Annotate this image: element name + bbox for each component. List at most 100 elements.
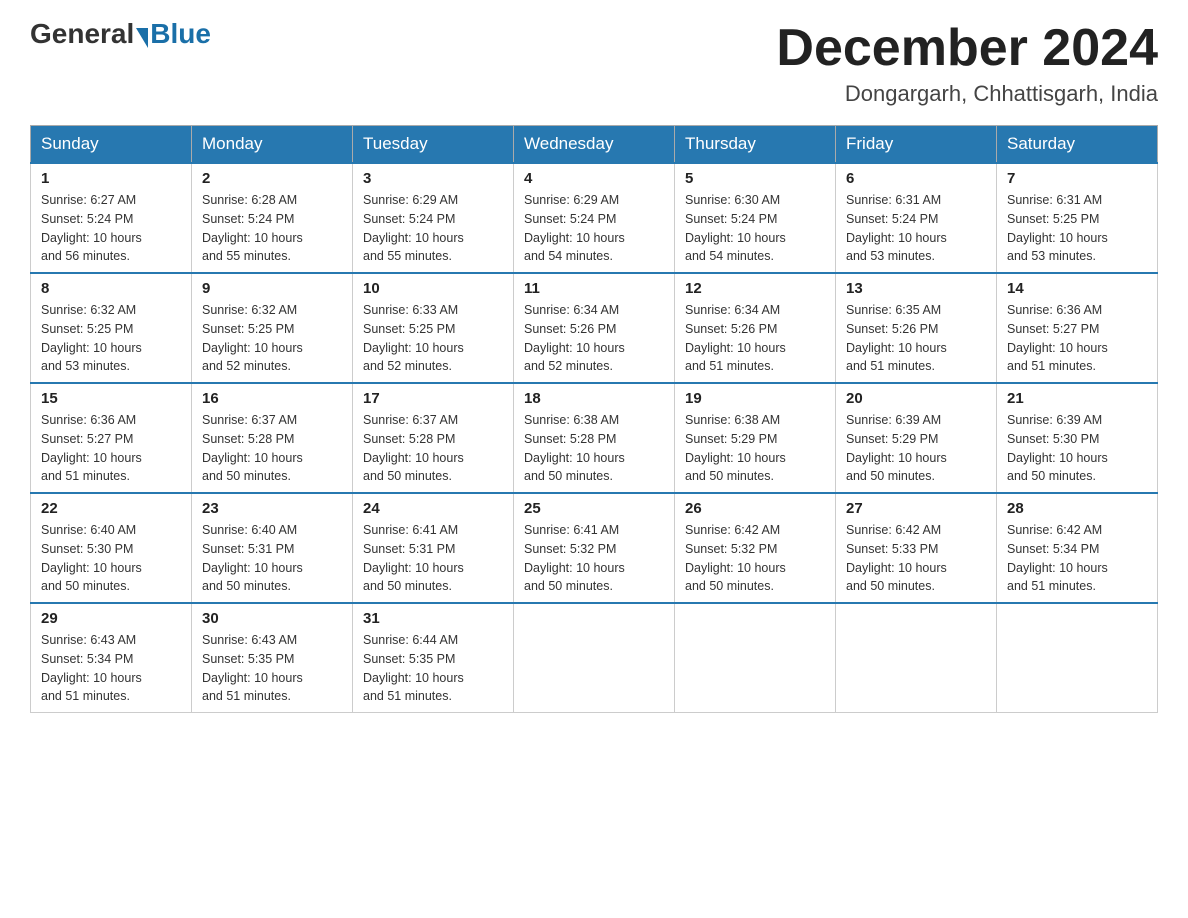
calendar-title: December 2024	[776, 20, 1158, 77]
day-number: 18	[524, 390, 664, 407]
calendar-cell: 23Sunrise: 6:40 AMSunset: 5:31 PMDayligh…	[192, 493, 353, 603]
calendar-cell: 4 Sunrise: 6:29 AMSunset: 5:24 PMDaylight…	[514, 163, 675, 273]
day-info: Sunrise: 6:44 AMSunset: 5:35 PMDaylight:…	[363, 631, 503, 706]
week-row-1: 1 Sunrise: 6:27 AMSunset: 5:24 PMDaylight…	[31, 163, 1158, 273]
logo-general-text: General	[30, 20, 134, 48]
calendar-cell: 30 Sunrise: 6:43 AMSunset: 5:35 PMDayligh…	[192, 603, 353, 713]
calendar-cell: 10Sunrise: 6:33 AMSunset: 5:25 PMDayligh…	[353, 273, 514, 383]
calendar-cell: 22 Sunrise: 6:40 AMSunset: 5:30 PMDayligh…	[31, 493, 192, 603]
day-number: 24	[363, 500, 503, 517]
logo-blue-text: Blue	[150, 20, 211, 48]
day-info: Sunrise: 6:40 AMSunset: 5:31 PMDaylight:…	[202, 521, 342, 596]
day-info: Sunrise: 6:39 AMSunset: 5:30 PMDaylight:…	[1007, 411, 1147, 486]
day-info: Sunrise: 6:35 AMSunset: 5:26 PMDaylight:…	[846, 301, 986, 376]
calendar-table: SundayMondayTuesdayWednesdayThursdayFrid…	[30, 125, 1158, 713]
calendar-cell: 14 Sunrise: 6:36 AMSunset: 5:27 PMDayligh…	[997, 273, 1158, 383]
day-number: 27	[846, 500, 986, 517]
day-number: 19	[685, 390, 825, 407]
week-row-4: 22 Sunrise: 6:40 AMSunset: 5:30 PMDayligh…	[31, 493, 1158, 603]
day-number: 9	[202, 280, 342, 297]
day-info: Sunrise: 6:34 AMSunset: 5:26 PMDaylight:…	[685, 301, 825, 376]
day-info: Sunrise: 6:31 AMSunset: 5:24 PMDaylight:…	[846, 191, 986, 266]
day-info: Sunrise: 6:32 AMSunset: 5:25 PMDaylight:…	[41, 301, 181, 376]
calendar-cell	[836, 603, 997, 713]
day-info: Sunrise: 6:36 AMSunset: 5:27 PMDaylight:…	[1007, 301, 1147, 376]
day-info: Sunrise: 6:42 AMSunset: 5:32 PMDaylight:…	[685, 521, 825, 596]
day-number: 14	[1007, 280, 1147, 297]
col-header-sunday: Sunday	[31, 126, 192, 164]
calendar-cell: 8 Sunrise: 6:32 AMSunset: 5:25 PMDaylight…	[31, 273, 192, 383]
day-number: 7	[1007, 170, 1147, 187]
day-info: Sunrise: 6:40 AMSunset: 5:30 PMDaylight:…	[41, 521, 181, 596]
day-info: Sunrise: 6:34 AMSunset: 5:26 PMDaylight:…	[524, 301, 664, 376]
day-info: Sunrise: 6:37 AMSunset: 5:28 PMDaylight:…	[202, 411, 342, 486]
calendar-cell: 16Sunrise: 6:37 AMSunset: 5:28 PMDayligh…	[192, 383, 353, 493]
calendar-cell: 6Sunrise: 6:31 AMSunset: 5:24 PMDaylight…	[836, 163, 997, 273]
calendar-cell: 20 Sunrise: 6:39 AMSunset: 5:29 PMDayligh…	[836, 383, 997, 493]
day-number: 25	[524, 500, 664, 517]
calendar-cell: 29 Sunrise: 6:43 AMSunset: 5:34 PMDayligh…	[31, 603, 192, 713]
day-number: 1	[41, 170, 181, 187]
day-number: 22	[41, 500, 181, 517]
day-number: 26	[685, 500, 825, 517]
col-header-saturday: Saturday	[997, 126, 1158, 164]
day-number: 28	[1007, 500, 1147, 517]
calendar-cell	[675, 603, 836, 713]
logo-arrow-icon	[136, 28, 148, 48]
calendar-cell: 11 Sunrise: 6:34 AMSunset: 5:26 PMDayligh…	[514, 273, 675, 383]
day-number: 3	[363, 170, 503, 187]
calendar-cell: 12 Sunrise: 6:34 AMSunset: 5:26 PMDayligh…	[675, 273, 836, 383]
calendar-cell	[997, 603, 1158, 713]
week-row-5: 29 Sunrise: 6:43 AMSunset: 5:34 PMDayligh…	[31, 603, 1158, 713]
day-info: Sunrise: 6:41 AMSunset: 5:32 PMDaylight:…	[524, 521, 664, 596]
calendar-cell: 17Sunrise: 6:37 AMSunset: 5:28 PMDayligh…	[353, 383, 514, 493]
day-info: Sunrise: 6:36 AMSunset: 5:27 PMDaylight:…	[41, 411, 181, 486]
calendar-cell: 27Sunrise: 6:42 AMSunset: 5:33 PMDayligh…	[836, 493, 997, 603]
day-info: Sunrise: 6:42 AMSunset: 5:34 PMDaylight:…	[1007, 521, 1147, 596]
calendar-subtitle: Dongargarh, Chhattisgarh, India	[776, 81, 1158, 107]
calendar-cell: 21 Sunrise: 6:39 AMSunset: 5:30 PMDayligh…	[997, 383, 1158, 493]
calendar-cell: 2Sunrise: 6:28 AMSunset: 5:24 PMDaylight…	[192, 163, 353, 273]
day-info: Sunrise: 6:28 AMSunset: 5:24 PMDaylight:…	[202, 191, 342, 266]
day-info: Sunrise: 6:43 AMSunset: 5:35 PMDaylight:…	[202, 631, 342, 706]
day-info: Sunrise: 6:33 AMSunset: 5:25 PMDaylight:…	[363, 301, 503, 376]
calendar-cell: 31 Sunrise: 6:44 AMSunset: 5:35 PMDayligh…	[353, 603, 514, 713]
day-number: 29	[41, 610, 181, 627]
day-info: Sunrise: 6:43 AMSunset: 5:34 PMDaylight:…	[41, 631, 181, 706]
calendar-cell: 18 Sunrise: 6:38 AMSunset: 5:28 PMDayligh…	[514, 383, 675, 493]
day-number: 21	[1007, 390, 1147, 407]
col-header-thursday: Thursday	[675, 126, 836, 164]
calendar-cell: 26 Sunrise: 6:42 AMSunset: 5:32 PMDayligh…	[675, 493, 836, 603]
col-header-friday: Friday	[836, 126, 997, 164]
day-info: Sunrise: 6:31 AMSunset: 5:25 PMDaylight:…	[1007, 191, 1147, 266]
day-number: 20	[846, 390, 986, 407]
day-number: 11	[524, 280, 664, 297]
day-number: 5	[685, 170, 825, 187]
day-number: 17	[363, 390, 503, 407]
calendar-cell: 13 Sunrise: 6:35 AMSunset: 5:26 PMDayligh…	[836, 273, 997, 383]
day-info: Sunrise: 6:27 AMSunset: 5:24 PMDaylight:…	[41, 191, 181, 266]
day-number: 31	[363, 610, 503, 627]
calendar-cell: 15 Sunrise: 6:36 AMSunset: 5:27 PMDayligh…	[31, 383, 192, 493]
day-number: 4	[524, 170, 664, 187]
calendar-cell	[514, 603, 675, 713]
calendar-cell: 25 Sunrise: 6:41 AMSunset: 5:32 PMDayligh…	[514, 493, 675, 603]
calendar-cell: 28 Sunrise: 6:42 AMSunset: 5:34 PMDayligh…	[997, 493, 1158, 603]
day-number: 13	[846, 280, 986, 297]
header-row: SundayMondayTuesdayWednesdayThursdayFrid…	[31, 126, 1158, 164]
day-number: 12	[685, 280, 825, 297]
calendar-cell: 1 Sunrise: 6:27 AMSunset: 5:24 PMDaylight…	[31, 163, 192, 273]
col-header-tuesday: Tuesday	[353, 126, 514, 164]
day-number: 30	[202, 610, 342, 627]
day-info: Sunrise: 6:39 AMSunset: 5:29 PMDaylight:…	[846, 411, 986, 486]
logo: General Blue	[30, 20, 211, 48]
col-header-wednesday: Wednesday	[514, 126, 675, 164]
calendar-cell: 5Sunrise: 6:30 AMSunset: 5:24 PMDaylight…	[675, 163, 836, 273]
week-row-3: 15 Sunrise: 6:36 AMSunset: 5:27 PMDayligh…	[31, 383, 1158, 493]
day-info: Sunrise: 6:29 AMSunset: 5:24 PMDaylight:…	[524, 191, 664, 266]
title-area: December 2024 Dongargarh, Chhattisgarh, …	[776, 20, 1158, 107]
day-info: Sunrise: 6:38 AMSunset: 5:28 PMDaylight:…	[524, 411, 664, 486]
day-number: 8	[41, 280, 181, 297]
calendar-cell: 3Sunrise: 6:29 AMSunset: 5:24 PMDaylight…	[353, 163, 514, 273]
day-number: 15	[41, 390, 181, 407]
